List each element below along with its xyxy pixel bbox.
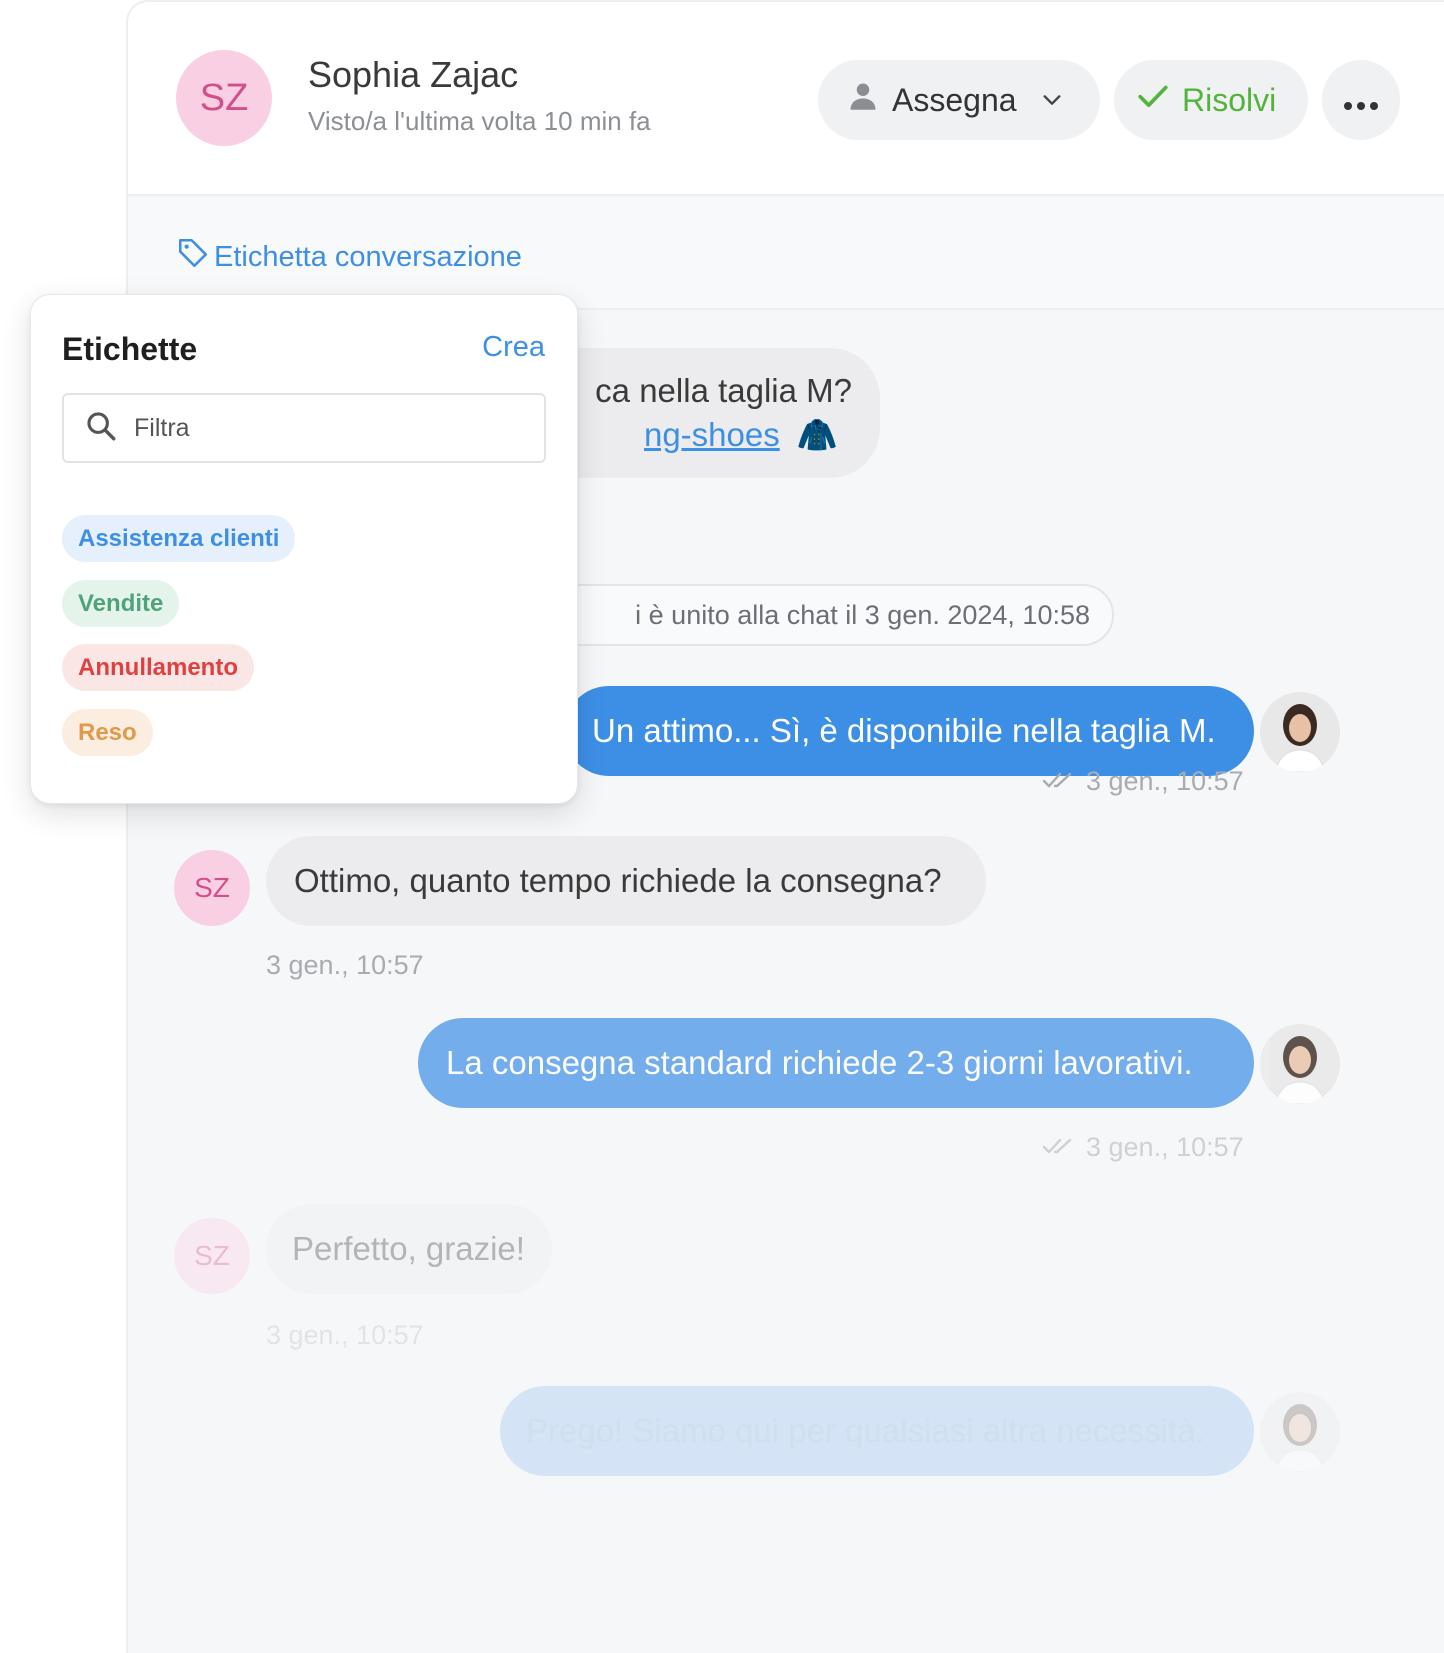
- message-timestamp: 3 gen., 10:57: [266, 1320, 424, 1351]
- timestamp-text: 3 gen., 10:57: [1086, 1132, 1244, 1162]
- message-timestamp: 3 gen., 10:57: [1042, 1132, 1244, 1163]
- labels-dropdown-title: Etichette: [62, 331, 198, 367]
- create-label-button[interactable]: Crea: [482, 331, 545, 364]
- label-filter-input[interactable]: [134, 413, 514, 443]
- more-horizontal-icon: [1343, 82, 1379, 119]
- tag-conversation-link[interactable]: Etichetta conversazione: [176, 236, 522, 278]
- timestamp-text: 3 gen., 10:57: [266, 1320, 424, 1350]
- label-chip[interactable]: Reso: [62, 709, 153, 756]
- message-text: La consegna standard richiede 2-3 giorni…: [446, 1044, 1193, 1081]
- label-chip[interactable]: Vendite: [62, 580, 180, 627]
- conversation-header: SZ Sophia Zajac Visto/a l'ultima volta 1…: [128, 2, 1444, 196]
- contact-avatar-small: SZ: [174, 1218, 250, 1294]
- message-text: Un attimo... Sì, è disponibile nella tag…: [592, 712, 1216, 749]
- label-filter-field[interactable]: [62, 393, 546, 463]
- agent-photo-icon: [1275, 704, 1325, 772]
- agent-avatar: [1260, 1024, 1340, 1104]
- agent-photo-icon: [1275, 1036, 1325, 1104]
- message-link-line: ng-shoes 🧥: [644, 413, 852, 457]
- contact-name: Sophia Zajac: [308, 54, 519, 95]
- message-bubble-incoming: Perfetto, grazie!: [266, 1204, 552, 1294]
- check-icon: [1136, 79, 1170, 121]
- message-bubble-incoming: Ottimo, quanto tempo richiede la consegn…: [266, 836, 986, 926]
- message-bubble-outgoing: La consegna standard richiede 2-3 giorni…: [418, 1018, 1254, 1108]
- message-text: Prego! Siamo qui per qualsiasi altra nec…: [526, 1412, 1205, 1449]
- assign-button[interactable]: Assegna: [818, 60, 1100, 140]
- assign-label: Assegna: [892, 81, 1017, 118]
- user-icon: [848, 81, 878, 119]
- double-check-icon: [1042, 1132, 1076, 1163]
- resolve-button[interactable]: Risolvi: [1114, 60, 1308, 140]
- message-bubble-outgoing: Un attimo... Sì, è disponibile nella tag…: [564, 686, 1254, 776]
- message-timestamp: 3 gen., 10:57: [266, 950, 424, 981]
- timestamp-text: 3 gen., 10:57: [1086, 766, 1244, 796]
- label-chip[interactable]: Annullamento: [62, 644, 254, 691]
- contact-last-seen: Visto/a l'ultima volta 10 min fa: [308, 106, 651, 136]
- conversation-panel: SZ Sophia Zajac Visto/a l'ultima volta 1…: [126, 0, 1444, 1653]
- contact-avatar: SZ: [176, 50, 272, 146]
- message-text: Ottimo, quanto tempo richiede la consegn…: [294, 862, 942, 899]
- agent-photo-icon: [1275, 1404, 1325, 1472]
- more-options-button[interactable]: [1322, 60, 1400, 140]
- coat-emoji: 🧥: [796, 416, 838, 453]
- message-text: ca nella taglia M?: [595, 372, 852, 409]
- double-check-icon: [1042, 766, 1076, 797]
- message-timestamp: 3 gen., 10:57: [1042, 766, 1244, 797]
- product-link[interactable]: ng-shoes: [644, 416, 780, 453]
- contact-avatar-small: SZ: [174, 850, 250, 926]
- timestamp-text: 3 gen., 10:57: [266, 950, 424, 980]
- message-bubble-outgoing: Prego! Siamo qui per qualsiasi altra nec…: [500, 1386, 1254, 1476]
- agent-avatar: [1260, 692, 1340, 772]
- tag-icon: [176, 236, 214, 278]
- agent-avatar: [1260, 1392, 1340, 1472]
- chevron-down-icon: [1041, 82, 1063, 119]
- labels-dropdown: Etichette Crea Assistenza clienti Vendite…: [30, 294, 578, 804]
- label-chip[interactable]: Assistenza clienti: [62, 515, 296, 562]
- tag-conversation-label: Etichetta conversazione: [214, 240, 522, 273]
- search-icon: [84, 409, 118, 448]
- message-text: Perfetto, grazie!: [292, 1230, 525, 1267]
- resolve-label: Risolvi: [1182, 81, 1277, 118]
